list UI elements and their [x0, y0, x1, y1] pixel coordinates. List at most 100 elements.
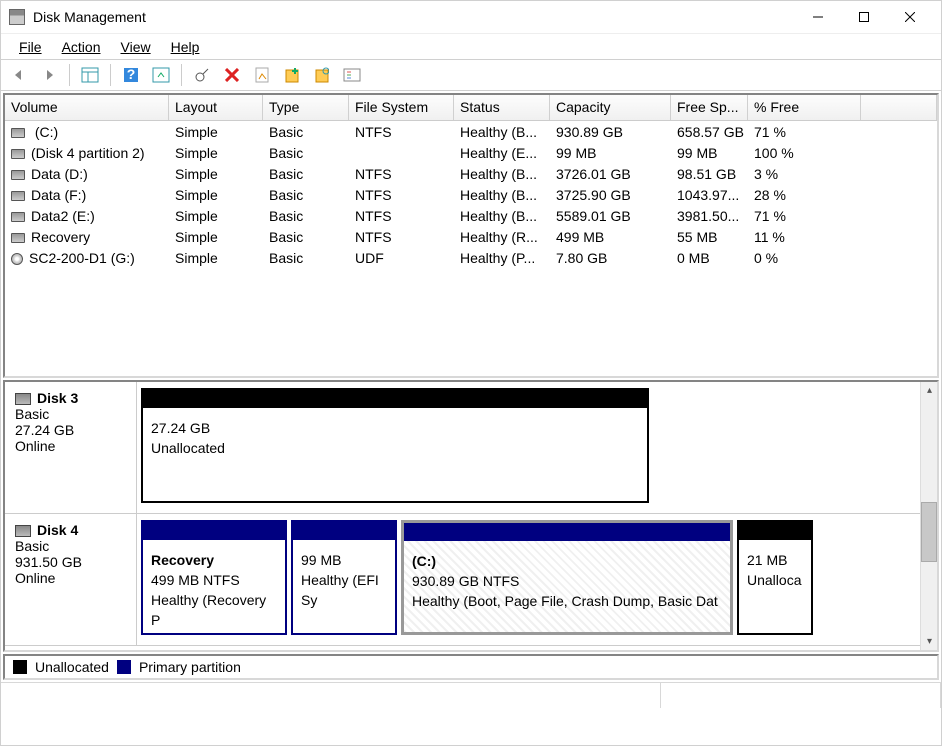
- app-icon: [9, 9, 25, 25]
- disk-size: 27.24 GB: [15, 422, 126, 438]
- legend-unallocated-label: Unallocated: [35, 659, 109, 675]
- back-button[interactable]: [7, 63, 31, 87]
- disk-type: Basic: [15, 538, 126, 554]
- partition-header: [739, 522, 811, 540]
- partition-title: Recovery: [151, 550, 277, 570]
- more-actions-button[interactable]: [340, 63, 364, 87]
- volume-name: Data2 (E:): [31, 208, 95, 224]
- status-bar: [1, 682, 941, 708]
- col-status[interactable]: Status: [454, 95, 550, 120]
- volume-row[interactable]: SC2-200-D1 (G:)SimpleBasicUDFHealthy (P.…: [5, 247, 937, 268]
- volume-row[interactable]: (Disk 4 partition 2)SimpleBasicHealthy (…: [5, 142, 937, 163]
- vertical-scrollbar[interactable]: ▴ ▾: [920, 382, 937, 650]
- partition-size: 930.89 GB NTFS: [412, 571, 722, 591]
- partition-size: 499 MB NTFS: [151, 570, 277, 590]
- delete-button[interactable]: [220, 63, 244, 87]
- volume-row[interactable]: (C:)SimpleBasicNTFSHealthy (B...930.89 G…: [5, 121, 937, 142]
- col-layout[interactable]: Layout: [169, 95, 263, 120]
- disk-label[interactable]: Disk 3Basic27.24 GBOnline: [5, 382, 137, 513]
- disk-graphical-view[interactable]: Disk 3Basic27.24 GBOnline27.24 GBUnalloc…: [5, 382, 920, 650]
- scroll-thumb[interactable]: [921, 502, 937, 562]
- menu-action[interactable]: Action: [52, 36, 111, 58]
- disk-state: Online: [15, 570, 126, 586]
- close-button[interactable]: [887, 2, 933, 32]
- drive-icon: [11, 128, 25, 138]
- maximize-button[interactable]: [841, 2, 887, 32]
- volume-row[interactable]: Data (F:)SimpleBasicNTFSHealthy (B...372…: [5, 184, 937, 205]
- volume-name: (C:): [31, 124, 58, 140]
- partition-unallocated[interactable]: 27.24 GBUnallocated: [141, 388, 649, 503]
- volume-row[interactable]: RecoverySimpleBasicNTFSHealthy (R...499 …: [5, 226, 937, 247]
- drive-icon: [11, 149, 25, 159]
- disk-size: 931.50 GB: [15, 554, 126, 570]
- cd-icon: [11, 253, 23, 265]
- show-hide-tree-button[interactable]: [78, 63, 102, 87]
- title-bar: Disk Management: [1, 1, 941, 33]
- scroll-down-arrow[interactable]: ▾: [921, 633, 938, 650]
- scroll-up-arrow[interactable]: ▴: [921, 382, 938, 399]
- partition-status: Unallocated: [151, 438, 639, 458]
- volume-rows[interactable]: (C:)SimpleBasicNTFSHealthy (B...930.89 G…: [5, 121, 937, 378]
- partition-unallocated[interactable]: 21 MBUnalloca: [737, 520, 813, 635]
- col-filesystem[interactable]: File System: [349, 95, 454, 120]
- disk-row: Disk 3Basic27.24 GBOnline27.24 GBUnalloc…: [5, 382, 920, 514]
- disk-state: Online: [15, 438, 126, 454]
- window-title: Disk Management: [33, 9, 795, 25]
- col-type[interactable]: Type: [263, 95, 349, 120]
- volume-name: Recovery: [31, 229, 90, 245]
- volumes-pane: Volume Layout Type File System Status Ca…: [3, 93, 939, 378]
- svg-text:?: ?: [127, 67, 136, 82]
- extend-partition-button[interactable]: [310, 63, 334, 87]
- legend-unallocated-swatch: [13, 660, 27, 674]
- volume-row[interactable]: Data2 (E:)SimpleBasicNTFSHealthy (B...55…: [5, 205, 937, 226]
- volume-name: (Disk 4 partition 2): [31, 145, 145, 161]
- partition-header: [143, 390, 647, 408]
- disk-pane: Disk 3Basic27.24 GBOnline27.24 GBUnalloc…: [3, 380, 939, 652]
- partition-primary[interactable]: (C:)930.89 GB NTFSHealthy (Boot, Page Fi…: [401, 520, 733, 635]
- volume-name: SC2-200-D1 (G:): [29, 250, 135, 266]
- disk-partitions: Recovery499 MB NTFSHealthy (Recovery P99…: [137, 514, 920, 645]
- minimize-button[interactable]: [795, 2, 841, 32]
- disk-partitions: 27.24 GBUnallocated: [137, 382, 920, 513]
- disk-type: Basic: [15, 406, 126, 422]
- volume-row[interactable]: Data (D:)SimpleBasicNTFSHealthy (B...372…: [5, 163, 937, 184]
- col-percentfree[interactable]: % Free: [748, 95, 861, 120]
- forward-button[interactable]: [37, 63, 61, 87]
- partition-status: Healthy (Recovery P: [151, 590, 277, 630]
- legend: Unallocated Primary partition: [3, 654, 939, 680]
- partition-header: [404, 523, 730, 541]
- drive-icon: [11, 191, 25, 201]
- drive-icon: [11, 212, 25, 222]
- partition-size: 27.24 GB: [151, 418, 639, 438]
- col-capacity[interactable]: Capacity: [550, 95, 671, 120]
- toolbar: ?: [1, 59, 941, 91]
- partition-size: 99 MB: [301, 550, 387, 570]
- partition-primary[interactable]: Recovery499 MB NTFSHealthy (Recovery P: [141, 520, 287, 635]
- settings-button[interactable]: [190, 63, 214, 87]
- disk-name: Disk 3: [37, 390, 78, 406]
- menu-view[interactable]: View: [111, 36, 161, 58]
- help-button[interactable]: ?: [119, 63, 143, 87]
- partition-header: [293, 522, 395, 540]
- volume-name: Data (F:): [31, 187, 86, 203]
- refresh-button[interactable]: [149, 63, 173, 87]
- partition-status: Healthy (EFI Sy: [301, 570, 387, 610]
- partition-title: (C:): [412, 551, 722, 571]
- menu-help[interactable]: Help: [161, 36, 210, 58]
- disk-row: Disk 4Basic931.50 GBOnlineRecovery499 MB…: [5, 514, 920, 646]
- new-partition-button[interactable]: [280, 63, 304, 87]
- menu-file[interactable]: File: [9, 36, 52, 58]
- col-freespace[interactable]: Free Sp...: [671, 95, 748, 120]
- disk-name: Disk 4: [37, 522, 78, 538]
- partition-status: Unalloca: [747, 570, 803, 590]
- drive-icon: [11, 233, 25, 243]
- col-volume[interactable]: Volume: [5, 95, 169, 120]
- partition-status: Healthy (Boot, Page File, Crash Dump, Ba…: [412, 591, 722, 611]
- partition-primary[interactable]: 99 MBHealthy (EFI Sy: [291, 520, 397, 635]
- disk-label[interactable]: Disk 4Basic931.50 GBOnline: [5, 514, 137, 645]
- volume-name: Data (D:): [31, 166, 88, 182]
- partition-header: [143, 522, 285, 540]
- legend-primary-label: Primary partition: [139, 659, 241, 675]
- properties-button[interactable]: [250, 63, 274, 87]
- drive-icon: [11, 170, 25, 180]
